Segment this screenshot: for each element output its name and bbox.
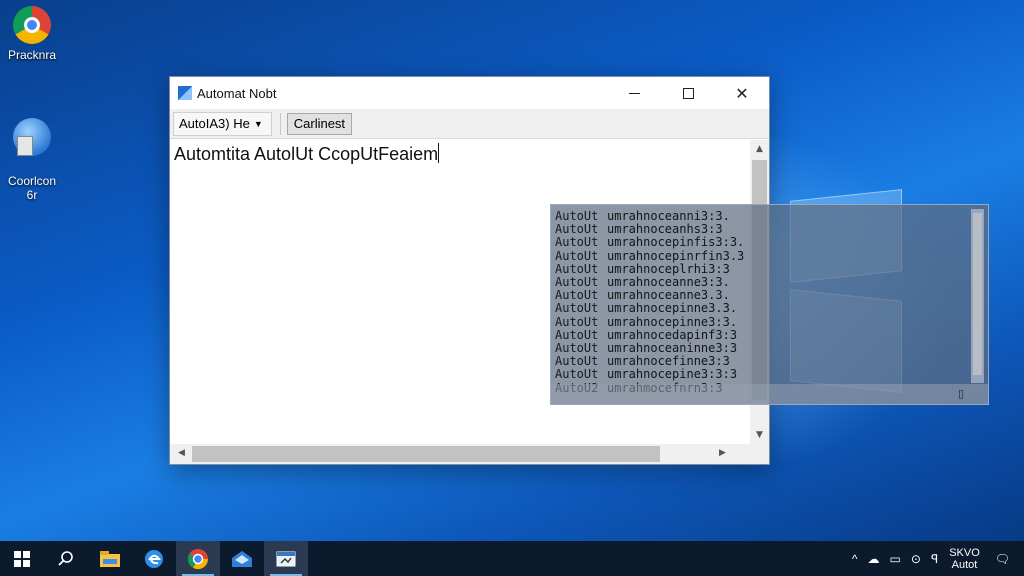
- output-row-source: AutoUt: [555, 301, 599, 316]
- clock-time: SKVO: [949, 546, 980, 559]
- output-row-value: umrahnocepine3:3:3: [607, 367, 738, 382]
- start-icon: [14, 550, 30, 567]
- output-row-source: AutoUt: [555, 314, 599, 329]
- taskbar-chrome[interactable]: [176, 541, 220, 576]
- desktop-icon-computer[interactable]: Coorlcon 6r: [0, 104, 64, 216]
- maximize-icon: [682, 87, 694, 99]
- scroll-up-icon[interactable]: ▲: [750, 144, 769, 154]
- output-row-source: AutoUt: [555, 367, 599, 382]
- window-title: Automat Nobt: [197, 85, 277, 101]
- chevron-down-icon: ▼: [253, 118, 263, 129]
- volume-icon[interactable]: ꟼ: [931, 552, 938, 566]
- file-explorer-icon: [100, 550, 120, 567]
- text-cursor: [438, 143, 440, 163]
- output-row-source: AutoUt: [555, 248, 599, 263]
- battery-icon[interactable]: ▭: [890, 552, 901, 566]
- resize-grip-icon[interactable]: ▯: [958, 387, 964, 400]
- toolbar-divider: [279, 112, 281, 135]
- output-list: AutoUt umrahnoceanni3:3. AutoUt umrahnocean…: [555, 209, 955, 395]
- output-row-value: umrahnocepinfis3:3.: [607, 235, 745, 250]
- output-row: AutoUt umrahnocepinfis3:3.: [555, 236, 955, 249]
- dropdown-value: AutoIA3) He: [179, 116, 250, 131]
- app-icon: [276, 551, 296, 566]
- app-icon: [178, 86, 192, 100]
- editor-text: Automtita AutolUt CcopUtFeaiem: [174, 144, 439, 164]
- horizontal-scroll-thumb[interactable]: [192, 446, 660, 462]
- close-icon: ✕: [735, 83, 749, 103]
- toolbar: AutoIA3) He ▼ Carlinest: [170, 109, 769, 139]
- start-button[interactable]: [0, 541, 44, 576]
- system-tray: ^ ☁ ▭ ⊙ ꟼ SKVO Autot 🗨: [847, 541, 1024, 576]
- edge-icon: [145, 549, 163, 568]
- output-row-value: umrahnocepinne3:3.: [607, 314, 738, 329]
- output-row: AutoUt umrahnocepinne3:3.: [555, 314, 955, 329]
- output-scroll-thumb[interactable]: [973, 213, 982, 375]
- output-row-value: umrahnocepinne3.3.: [607, 301, 738, 316]
- taskbar-app[interactable]: [264, 541, 308, 576]
- sync-icon[interactable]: ⊙: [911, 552, 921, 566]
- scroll-right-icon[interactable]: ▶: [713, 448, 732, 458]
- mail-icon: [232, 550, 252, 567]
- scroll-corner: [750, 444, 769, 464]
- output-row: AutoUt umrahnocepinrfin3.3: [555, 248, 955, 263]
- clock[interactable]: SKVO Autot: [949, 547, 980, 571]
- maximize-button[interactable]: [661, 77, 715, 109]
- output-footer: ▯: [551, 384, 988, 404]
- chrome-icon: [187, 548, 209, 569]
- output-row: AutoUt umrahnocepine3:3:3: [555, 368, 955, 381]
- desktop-icon-label: Pracknra: [7, 48, 57, 62]
- title-bar[interactable]: Automat Nobt ✕: [170, 77, 769, 109]
- chevron-up-icon[interactable]: ^: [852, 552, 858, 566]
- close-button[interactable]: ✕: [715, 77, 769, 109]
- taskbar-mail[interactable]: [220, 541, 264, 576]
- output-row-value: umrahnocepinrfin3.3: [607, 248, 745, 263]
- scroll-down-icon[interactable]: ▼: [750, 430, 769, 440]
- output-row-source: AutoUt: [555, 235, 599, 250]
- taskbar-edge[interactable]: [132, 541, 176, 576]
- output-row: AutoUt umrahnocepinne3.3.: [555, 302, 955, 315]
- desktop-icon-chrome[interactable]: Pracknra: [0, 6, 64, 62]
- output-panel[interactable]: AutoUt umrahnoceanni3:3. AutoUt umrahnocean…: [550, 204, 989, 405]
- output-scrollbar[interactable]: [971, 209, 984, 383]
- minimize-button[interactable]: [607, 77, 661, 109]
- mode-dropdown[interactable]: AutoIA3) He ▼: [173, 111, 272, 136]
- search-button[interactable]: [44, 541, 88, 576]
- scroll-left-icon[interactable]: ◀: [172, 448, 191, 458]
- taskbar-file-explorer[interactable]: [88, 541, 132, 576]
- network-icon[interactable]: ☁: [868, 552, 880, 566]
- taskbar: ^ ☁ ▭ ⊙ ꟼ SKVO Autot 🗨: [0, 541, 1024, 576]
- clock-date: Autot: [951, 558, 978, 571]
- search-icon: [58, 550, 73, 566]
- computer-icon: [13, 118, 51, 156]
- toolbar-button[interactable]: Carlinest: [286, 112, 353, 135]
- chrome-icon: [13, 6, 51, 44]
- notifications-icon[interactable]: 🗨: [995, 552, 1010, 566]
- desktop-icon-label: Coorlcon 6r: [7, 174, 57, 202]
- minimize-icon: [628, 92, 640, 94]
- horizontal-scrollbar[interactable]: ◀ ▶: [170, 444, 752, 464]
